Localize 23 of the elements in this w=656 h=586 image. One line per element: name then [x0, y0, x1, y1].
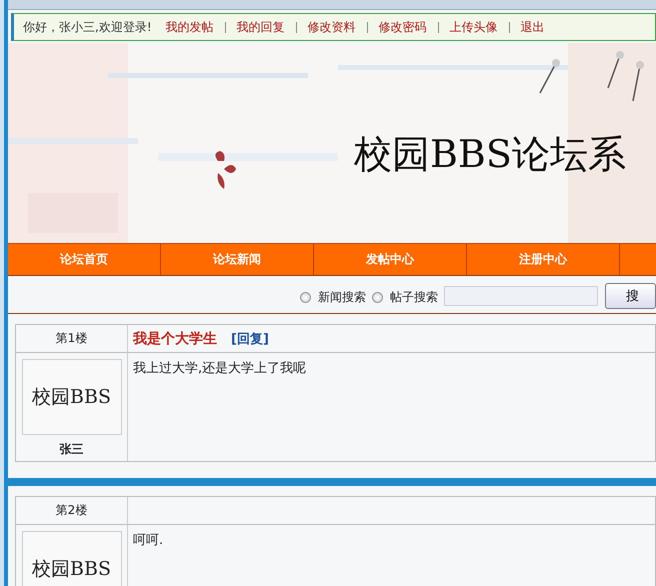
post-body: 呵呵. [133, 533, 164, 548]
radio-label: 帖子搜索 [390, 289, 438, 306]
user-link[interactable]: 退出 [520, 18, 545, 36]
floor-label: 第1楼 [56, 330, 88, 347]
avatar-image: 校园BBS [22, 531, 122, 586]
user-link[interactable]: 修改资料 [308, 18, 356, 36]
radio-button[interactable] [372, 292, 383, 303]
reply-link[interactable]: [回复] [231, 330, 269, 348]
user-link[interactable]: 我的回复 [236, 18, 285, 36]
search-button[interactable]: 搜 [605, 283, 656, 309]
greeting-text: 你好，张小三,欢迎登录! [23, 18, 152, 36]
radio-button[interactable] [300, 292, 311, 303]
floor-label: 第2楼 [56, 502, 88, 519]
post-body: 我上过大学,还是大学上了我呢 [133, 361, 306, 376]
search-field[interactable] [444, 286, 598, 306]
avatar-image: 校园BBS [22, 359, 122, 435]
post-title: 我是个大学生 [133, 330, 217, 348]
user-link[interactable]: 修改密码 [378, 18, 427, 36]
author-name: 张三 [60, 441, 84, 458]
user-link[interactable]: 我的发帖 [166, 18, 214, 36]
banner-title: 校园BBS论坛系 [354, 131, 626, 178]
radio-label: 新闻搜索 [318, 289, 366, 306]
user-link[interactable]: 上传头像 [450, 18, 498, 36]
